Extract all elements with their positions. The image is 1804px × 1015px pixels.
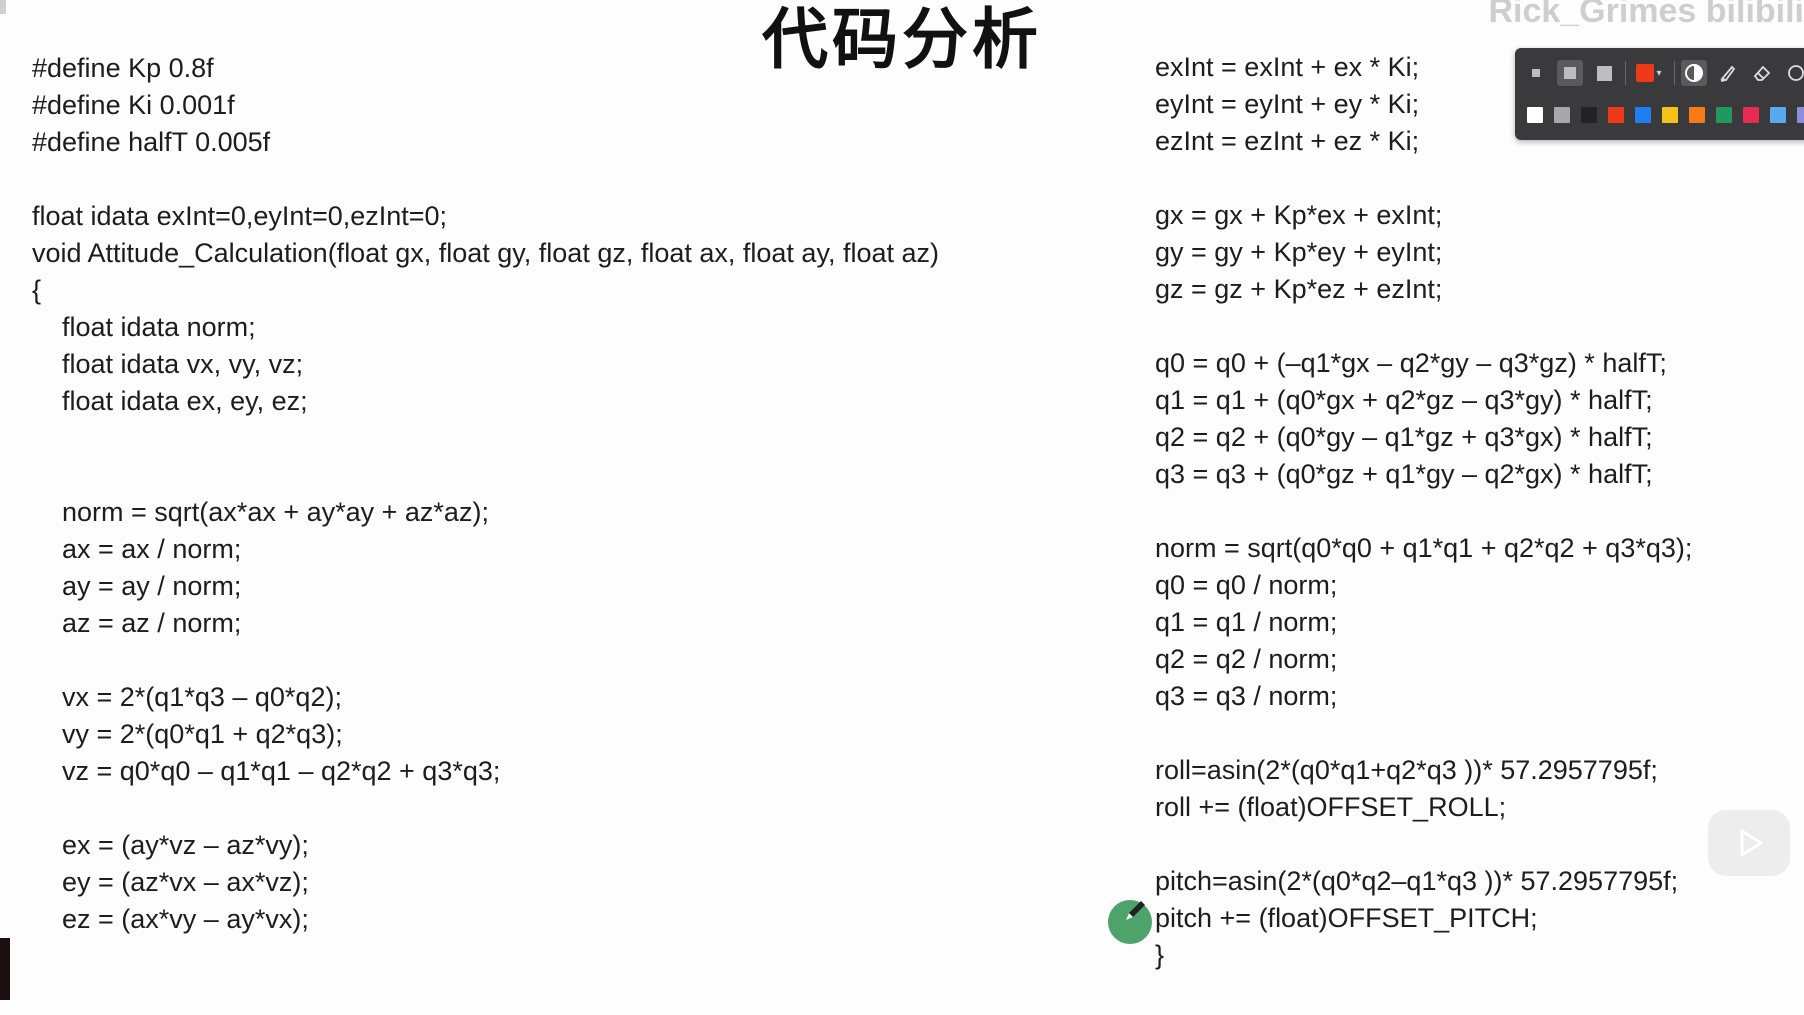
eraser-icon[interactable] <box>1749 60 1775 86</box>
code-line: ey = (az*vx – ax*vz); <box>32 867 309 897</box>
small-square-icon[interactable] <box>1523 60 1549 86</box>
code-line: q0 = q0 / norm; <box>1155 570 1338 600</box>
code-line: q3 = q3 + (q0*gz + q1*gy – q2*gx) * half… <box>1155 459 1653 489</box>
code-line: q3 = q3 / norm; <box>1155 681 1338 711</box>
color-swatch[interactable] <box>1662 107 1678 123</box>
color-swatch[interactable] <box>1716 107 1732 123</box>
color-picker-icon[interactable]: ▾ <box>1632 60 1666 86</box>
code-line: ax = ax / norm; <box>32 534 242 564</box>
play-icon <box>1740 829 1763 857</box>
code-line: az = az / norm; <box>32 608 242 638</box>
code-line: gz = gz + Kp*ez + ezInt; <box>1155 274 1443 304</box>
toolbar-tools-row: ▾ <box>1523 58 1804 88</box>
code-line: vx = 2*(q1*q3 – q0*q2); <box>32 682 342 712</box>
bilibili-watermark: Rick_Grimes bilibili <box>1488 0 1804 30</box>
code-line: #define Kp 0.8f <box>32 53 214 83</box>
code-line: #define halfT 0.005f <box>32 127 271 157</box>
large-square-icon[interactable] <box>1591 60 1617 86</box>
code-line: float idata norm; <box>32 312 256 342</box>
more-icon[interactable] <box>1783 60 1804 86</box>
code-line: pitch=asin(2*(q0*q2–q1*q3 ))* 57.2957795… <box>1155 866 1679 896</box>
code-line: } <box>1155 940 1165 970</box>
code-line: roll += (float)OFFSET_ROLL; <box>1155 792 1507 822</box>
toolbar-divider <box>1625 61 1626 85</box>
code-line: q1 = q1 / norm; <box>1155 607 1338 637</box>
code-line: float idata ex, ey, ez; <box>32 386 308 416</box>
code-line: float idata exInt=0,eyInt=0,ezInt=0; <box>32 201 448 231</box>
color-swatch[interactable] <box>1797 107 1804 123</box>
code-line: norm = sqrt(q0*q0 + q1*q1 + q2*q2 + q3*q… <box>1155 533 1693 563</box>
color-swatch[interactable] <box>1608 107 1624 123</box>
pen-cursor-icon <box>1108 900 1152 944</box>
color-swatch[interactable] <box>1554 107 1570 123</box>
color-swatch[interactable] <box>1527 107 1543 123</box>
medium-square-icon[interactable] <box>1557 60 1583 86</box>
code-line: { <box>32 275 42 305</box>
highlighter-icon[interactable] <box>1715 60 1741 86</box>
code-line: roll=asin(2*(q0*q1+q2*q3 ))* 57.2957795f… <box>1155 755 1658 785</box>
contrast-icon[interactable] <box>1681 60 1707 86</box>
left-edge-video-strip <box>0 938 10 1000</box>
code-line: void Attitude_Calculation(float gx, floa… <box>32 238 939 268</box>
code-line: gx = gx + Kp*ex + exInt; <box>1155 200 1443 230</box>
toolbar-divider <box>1674 61 1675 85</box>
code-line: gy = gy + Kp*ey + eyInt; <box>1155 237 1443 267</box>
code-line: vz = q0*q0 – q1*q1 – q2*q2 + q3*q3; <box>32 756 501 786</box>
code-line: ay = ay / norm; <box>32 571 242 601</box>
color-swatch[interactable] <box>1743 107 1759 123</box>
code-block-right: exInt = exInt + ex * Ki; eyInt = eyInt + … <box>1155 49 1692 974</box>
code-line: pitch += (float)OFFSET_PITCH; <box>1155 903 1538 933</box>
color-swatch[interactable] <box>1581 107 1597 123</box>
code-line: ez = (ax*vy – ay*vx); <box>32 904 309 934</box>
code-line: q2 = q2 / norm; <box>1155 644 1338 674</box>
code-line: q2 = q2 + (q0*gy – q1*gz + q3*gx) * half… <box>1155 422 1653 452</box>
code-line: float idata vx, vy, vz; <box>32 349 304 379</box>
play-button[interactable] <box>1708 810 1790 876</box>
code-line: vy = 2*(q0*q1 + q2*q3); <box>32 719 343 749</box>
annotation-toolbar: ▾ <box>1515 48 1804 140</box>
color-swatch[interactable] <box>1770 107 1786 123</box>
code-block-left: #define Kp 0.8f #define Ki 0.001f #define … <box>32 50 939 938</box>
code-line: q1 = q1 + (q0*gx + q2*gz – q3*gy) * half… <box>1155 385 1653 415</box>
code-line: ex = (ay*vz – az*vy); <box>32 830 309 860</box>
color-swatch[interactable] <box>1689 107 1705 123</box>
color-swatch-row <box>1527 106 1804 124</box>
code-line: #define Ki 0.001f <box>32 90 235 120</box>
color-swatch[interactable] <box>1635 107 1651 123</box>
code-line: norm = sqrt(ax*ax + ay*ay + az*az); <box>32 497 489 527</box>
code-line: q0 = q0 + (–q1*gx – q2*gy – q3*gz) * hal… <box>1155 348 1667 378</box>
